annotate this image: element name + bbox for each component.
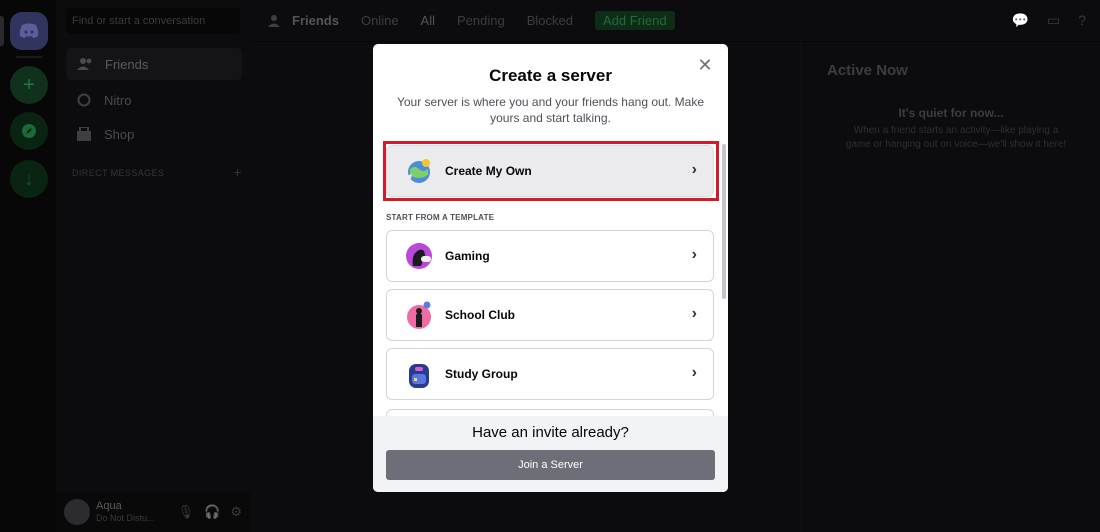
tab-all[interactable]: All xyxy=(421,13,435,28)
tab-blocked[interactable]: Blocked xyxy=(527,13,573,28)
modal-subtitle: Your server is where you and your friend… xyxy=(396,95,705,125)
tab-pending[interactable]: Pending xyxy=(457,13,505,28)
dm-header: DIRECT MESSAGES + xyxy=(72,164,242,180)
active-now-heading: Active Now xyxy=(827,62,908,79)
template-label: Study Group xyxy=(445,367,518,381)
join-server-button[interactable]: Join a Server xyxy=(386,450,715,480)
active-now-panel: Active Now It's quiet for now... When a … xyxy=(800,42,1100,532)
sidebar-item-friends[interactable]: Friends xyxy=(66,48,242,80)
create-dm-button[interactable]: + xyxy=(233,164,242,180)
page-title: Friends xyxy=(268,13,339,28)
headphones-icon[interactable]: 🎧 xyxy=(204,504,220,520)
sidebar-item-nitro[interactable]: Nitro xyxy=(66,84,242,116)
modal-scrollbar[interactable] xyxy=(722,144,726,299)
template-school-club-button[interactable]: School Club › xyxy=(386,289,714,341)
new-group-dm-icon[interactable]: 💬 xyxy=(1012,12,1029,29)
user-meta: Aqua Do Not Distu... xyxy=(96,500,155,524)
help-icon[interactable]: ? xyxy=(1078,12,1086,29)
template-study-group-button[interactable]: Study Group › xyxy=(386,348,714,400)
server-rail: + ↓ xyxy=(0,0,56,532)
avatar[interactable] xyxy=(64,499,90,525)
mute-icon[interactable]: 🎙 xyxy=(178,504,195,520)
page-title-label: Friends xyxy=(292,13,339,28)
friends-icon xyxy=(268,14,280,27)
quiet-description: When a friend starts an activity—like pl… xyxy=(845,125,1067,150)
dm-header-label: DIRECT MESSAGES xyxy=(72,168,165,178)
sidebar-item-shop[interactable]: Shop xyxy=(66,118,242,150)
sidebar-item-label: Friends xyxy=(105,56,149,72)
chevron-right-icon: › xyxy=(691,364,697,381)
user-panel: Aqua Do Not Distu... 🎙 🎧 ⚙ xyxy=(56,492,250,532)
gaming-icon xyxy=(403,240,435,272)
tab-online[interactable]: Online xyxy=(361,13,399,28)
user-controls: 🎙 🎧 ⚙ xyxy=(178,504,242,520)
nitro-icon xyxy=(77,93,91,107)
rail-separator xyxy=(16,56,42,58)
highlight-box xyxy=(383,141,719,201)
gear-icon[interactable]: ⚙ xyxy=(230,504,242,520)
create-server-modal: ✕ Create a server Your server is where y… xyxy=(373,44,728,492)
discord-app: + ↓ Find or start a conversation Friends… xyxy=(0,0,1100,532)
template-header: START FROM A TEMPLATE xyxy=(386,213,495,222)
modal-title: Create a server xyxy=(489,66,612,85)
home-button[interactable] xyxy=(10,12,48,50)
dm-sidebar: Find or start a conversation Friends Nit… xyxy=(56,0,250,532)
template-gaming-button[interactable]: Gaming › xyxy=(386,230,714,282)
explore-icon[interactable] xyxy=(10,112,48,150)
modal-footer: Have an invite already? Join a Server xyxy=(373,416,728,492)
quiet-heading: It's quiet for now... xyxy=(898,106,1004,120)
study-group-icon xyxy=(403,358,435,390)
template-label: Gaming xyxy=(445,249,490,263)
username: Aqua xyxy=(96,500,122,512)
add-server-icon[interactable]: + xyxy=(10,66,48,104)
invite-heading: Have an invite already? xyxy=(472,424,629,441)
sidebar-item-label: Nitro xyxy=(104,92,132,108)
add-friend-button[interactable]: Add Friend xyxy=(594,11,675,30)
top-bar: Friends Online All Pending Blocked Add F… xyxy=(250,0,1100,42)
user-status: Do Not Distu... xyxy=(96,513,155,523)
chevron-right-icon: › xyxy=(691,246,697,263)
shop-icon xyxy=(77,127,91,141)
template-label: School Club xyxy=(445,308,515,322)
compass-icon xyxy=(22,124,36,138)
inbox-icon[interactable]: ▭ xyxy=(1047,12,1060,29)
search-input[interactable]: Find or start a conversation xyxy=(66,8,240,34)
school-club-icon xyxy=(403,299,435,331)
friends-icon xyxy=(77,58,92,70)
discord-logo-icon xyxy=(19,23,39,38)
chevron-right-icon: › xyxy=(691,305,697,322)
sidebar-item-label: Shop xyxy=(104,126,135,142)
selected-pill xyxy=(0,16,4,46)
top-icons: 💬 ▭ ? xyxy=(1012,12,1086,29)
download-icon[interactable]: ↓ xyxy=(10,160,48,198)
